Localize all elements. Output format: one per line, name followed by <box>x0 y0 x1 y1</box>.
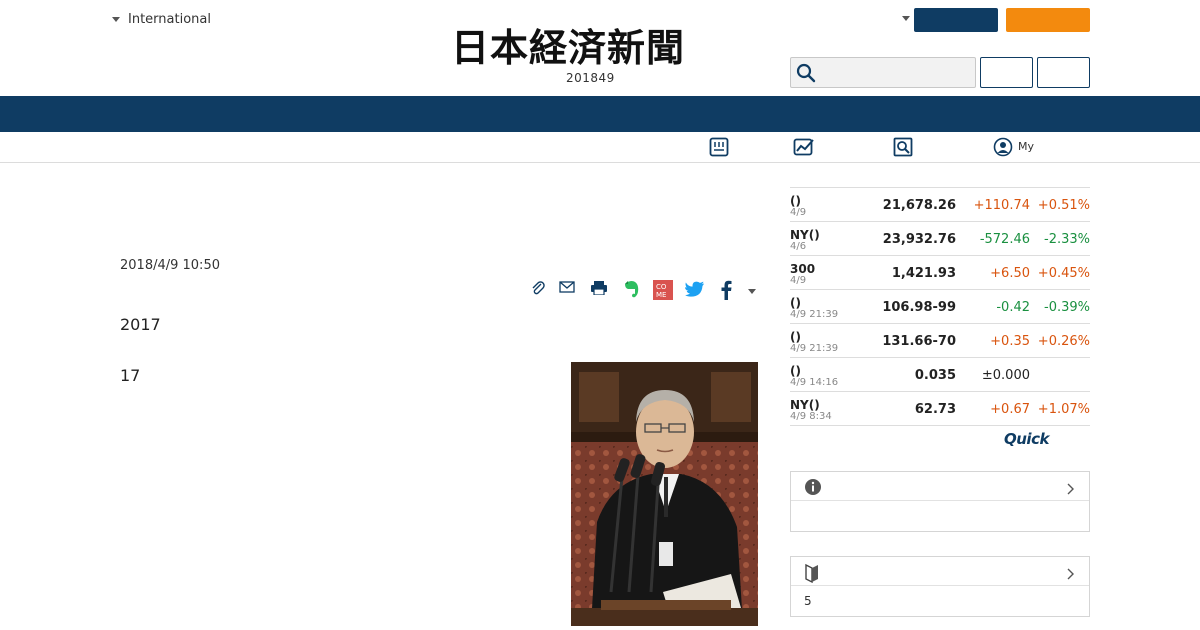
beginner-mark-icon <box>804 563 820 587</box>
svg-text:ME: ME <box>656 291 666 299</box>
market-row[interactable]: 300 4/9 1,421.93 +6.50 +0.45% <box>790 256 1090 290</box>
market-value: 1,421.93 <box>891 266 956 281</box>
market-value: 62.73 <box>914 402 956 417</box>
market-name: NY() <box>790 228 820 242</box>
market-change: -572.46 <box>979 232 1030 247</box>
market-table: () 4/9 21,678.26 +110.74 +0.51% NY() 4/6… <box>790 187 1090 426</box>
market-name: () <box>790 296 801 310</box>
evernote-icon[interactable] <box>623 279 641 303</box>
market-value: 106.98-99 <box>882 300 956 315</box>
sub-nav: My <box>0 132 1200 163</box>
market-row[interactable]: () 4/9 21:39 131.66-70 +0.35 +0.26% <box>790 324 1090 358</box>
market-name: () <box>790 194 801 208</box>
subscribe-button[interactable] <box>1006 8 1090 32</box>
market-change: +110.74 <box>973 198 1030 213</box>
beginner-box-body: 5 <box>804 594 812 608</box>
twitter-icon[interactable] <box>685 281 705 303</box>
chart-icon[interactable] <box>793 137 815 161</box>
my-label[interactable]: My <box>1018 140 1034 153</box>
market-time: 4/9 <box>790 207 807 218</box>
facebook-icon[interactable] <box>720 280 732 304</box>
clip-icon[interactable] <box>530 280 546 300</box>
search-box <box>790 57 976 88</box>
svg-text:CO: CO <box>656 283 667 291</box>
logo-text: 日本経済新聞 <box>451 28 686 68</box>
article-paragraph: 2017 <box>120 315 161 334</box>
market-change: +6.50 <box>990 266 1030 281</box>
edition-label: International <box>128 12 211 27</box>
user-icon[interactable] <box>993 137 1013 161</box>
account-dropdown-icon[interactable] <box>902 16 910 21</box>
search-icon[interactable] <box>796 63 816 87</box>
search-input[interactable] <box>821 62 971 84</box>
market-change: -0.42 <box>996 300 1030 315</box>
market-pct: -2.33% <box>1044 232 1090 247</box>
site-header: International 日本経済新聞 201849 <box>0 0 1200 96</box>
chevron-right-icon <box>1067 480 1075 499</box>
beginner-box: 5 <box>790 556 1090 617</box>
market-value: 21,678.26 <box>882 198 956 213</box>
market-change: ±0.000 <box>981 368 1030 383</box>
print-icon[interactable] <box>590 280 608 299</box>
login-button[interactable] <box>914 8 998 32</box>
edition-selector[interactable]: International <box>112 12 211 27</box>
market-time: 4/9 <box>790 275 807 286</box>
market-value: 131.66-70 <box>882 334 956 349</box>
market-time: 4/9 14:16 <box>790 377 839 388</box>
market-row[interactable]: () 4/9 21:39 106.98-99 -0.42 -0.39% <box>790 290 1090 324</box>
market-change: +0.35 <box>990 334 1030 349</box>
more-share-icon[interactable] <box>748 289 756 294</box>
market-name: 300 <box>790 262 816 276</box>
paper-edition-icon[interactable] <box>709 137 729 161</box>
quick-logo[interactable]: Quick <box>1004 430 1049 448</box>
chevron-right-icon <box>1067 565 1075 584</box>
market-time: 4/9 8:34 <box>790 411 832 422</box>
market-pct: +0.26% <box>1037 334 1090 349</box>
mail-icon[interactable] <box>559 279 575 298</box>
market-pct: +0.45% <box>1037 266 1090 281</box>
comemo-icon[interactable]: CO ME <box>653 280 673 304</box>
market-pct: +0.51% <box>1037 198 1090 213</box>
nikkei-logo[interactable]: 日本経済新聞 <box>451 28 749 68</box>
article-paragraph: 17 <box>120 366 141 385</box>
market-name: NY() <box>790 398 820 412</box>
article-date: 2018/4/9 10:50 <box>120 258 220 273</box>
info-box-header[interactable] <box>791 472 1089 501</box>
issue-number: 201849 <box>566 71 615 85</box>
info-box-body <box>791 501 1089 531</box>
market-name: () <box>790 330 801 344</box>
search-data-icon[interactable] <box>893 137 913 161</box>
article-photo <box>571 362 758 626</box>
market-time: 4/6 <box>790 241 807 252</box>
chevron-down-icon <box>112 17 120 22</box>
info-box <box>790 471 1090 532</box>
market-pct: +1.07% <box>1037 402 1090 417</box>
market-name: () <box>790 364 801 378</box>
info-icon <box>804 478 822 500</box>
main-nav-bar <box>0 96 1200 132</box>
market-row[interactable]: NY() 4/9 8:34 62.73 +0.67 +1.07% <box>790 392 1090 426</box>
market-row[interactable]: NY() 4/6 23,932.76 -572.46 -2.33% <box>790 222 1090 256</box>
market-row[interactable]: () 4/9 14:16 0.035 ±0.000 <box>790 358 1090 392</box>
market-change: +0.67 <box>990 402 1030 417</box>
market-time: 4/9 21:39 <box>790 343 839 354</box>
market-pct: -0.39% <box>1044 300 1090 315</box>
header-button-1[interactable] <box>980 57 1033 88</box>
header-button-2[interactable] <box>1037 57 1090 88</box>
market-value: 0.035 <box>914 368 956 383</box>
market-time: 4/9 21:39 <box>790 309 839 320</box>
market-value: 23,932.76 <box>882 232 956 247</box>
beginner-box-header[interactable] <box>791 557 1089 586</box>
market-row[interactable]: () 4/9 21,678.26 +110.74 +0.51% <box>790 188 1090 222</box>
